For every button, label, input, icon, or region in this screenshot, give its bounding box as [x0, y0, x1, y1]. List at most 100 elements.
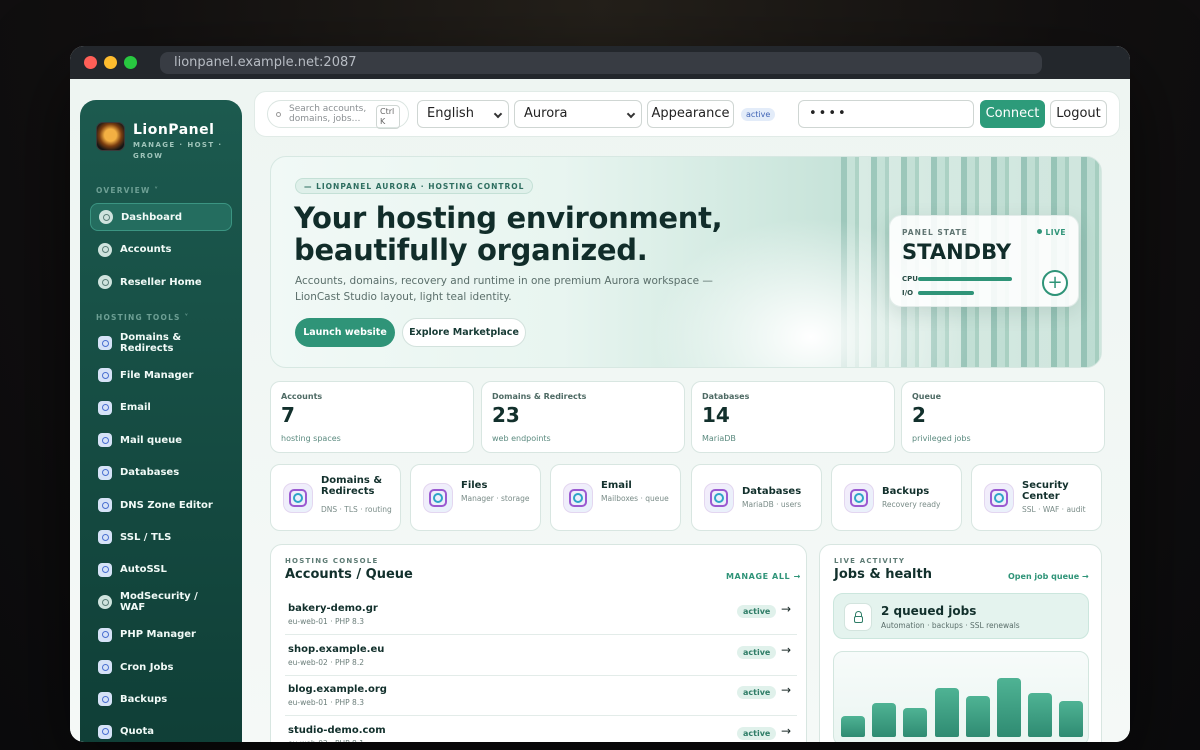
search-input[interactable]: Search accounts, domains, jobs… Ctrl K [267, 100, 409, 129]
sidebar-item-autossl[interactable]: AutoSSL [90, 556, 232, 584]
search-placeholder: Search accounts, domains, jobs… [289, 104, 367, 124]
chart-bar [1028, 693, 1053, 737]
sidebar-item-backups[interactable]: Backups [90, 685, 232, 713]
accounts-queue-card: HOSTING CONSOLE Accounts / Queue MANAGE … [270, 544, 807, 742]
gauge-icon [98, 724, 112, 739]
lock-icon [844, 603, 872, 631]
browser-titlebar: lionpanel.example.net:2087 [70, 46, 1130, 79]
connect-button[interactable]: Connect [980, 100, 1045, 128]
sidebar-item-accounts[interactable]: Accounts [90, 236, 232, 264]
arrow-right-icon[interactable]: → [781, 602, 791, 616]
stat-card-queue[interactable]: Queue 2 privileged jobs [901, 381, 1105, 453]
tile-description: MariaDB · users [742, 500, 802, 509]
sidebar-item-databases[interactable]: Databases [90, 459, 232, 487]
brand-tagline: MANAGE · HOST · GROW [133, 141, 223, 160]
sidebar-item-label: ModSecurity / WAF [120, 591, 198, 614]
add-button[interactable]: + [1042, 270, 1068, 296]
search-shortcut: Ctrl K [376, 105, 400, 129]
language-select[interactable]: English [417, 100, 509, 128]
panel-state-card: PANEL STATE LIVE STANDBY CPU I/O + [889, 215, 1079, 307]
table-row[interactable]: bakery-demo.gr eu-web-01 · PHP 8.3 active → [285, 594, 797, 635]
sidebar-item-label: PHP Manager [120, 629, 196, 641]
cpu-usage-bar [918, 277, 1012, 281]
tile-description: Mailboxes · queue [601, 494, 669, 503]
sidebar-item-mail-queue[interactable]: Mail queue [90, 426, 232, 454]
folder-icon [98, 368, 112, 383]
stat-card-accounts[interactable]: Accounts 7 hosting spaces [270, 381, 474, 453]
tool-tile-backups[interactable]: Backups Recovery ready [831, 464, 962, 531]
sidebar-item-dns-zone-editor[interactable]: DNS Zone Editor [90, 491, 232, 519]
explore-marketplace-button[interactable]: Explore Marketplace [402, 318, 526, 347]
hero-title-line-1: Your hosting environment, [294, 201, 723, 235]
tile-description: SSL · WAF · audit [1022, 505, 1086, 514]
status-badge: active [737, 605, 777, 618]
account-meta: eu-web-02 · PHP 8.2 [288, 657, 364, 667]
stat-value: 2 [912, 403, 926, 427]
tile-description: Recovery ready [882, 500, 941, 509]
launch-website-button[interactable]: Launch website [295, 318, 395, 347]
stat-label: Accounts [281, 392, 323, 401]
users-icon [98, 242, 112, 257]
stat-value: 23 [492, 403, 520, 427]
dns-icon [98, 498, 112, 512]
hero-title: Your hosting environment, beautifully or… [294, 202, 764, 266]
minimize-window-button[interactable] [104, 56, 117, 69]
manage-all-link[interactable]: MANAGE ALL → [726, 572, 801, 581]
password-field[interactable]: •••• [798, 100, 974, 128]
sidebar-item-ssl-tls[interactable]: SSL / TLS [90, 523, 232, 551]
queued-jobs-summary[interactable]: 2 queued jobs Automation · backups · SSL… [833, 593, 1089, 639]
appearance-button[interactable]: Appearance [647, 100, 734, 128]
theme-value: Aurora [524, 106, 568, 121]
panel-state-label: PANEL STATE [902, 228, 968, 237]
sidebar-item-dashboard[interactable]: Dashboard [90, 203, 232, 231]
tool-tile-security-center[interactable]: Security Center SSL · WAF · audit [971, 464, 1102, 531]
arrow-right-icon[interactable]: → [781, 724, 791, 738]
sidebar-item-php-manager[interactable]: PHP Manager [90, 621, 232, 649]
sidebar-item-quota[interactable]: Quota [90, 718, 232, 742]
tool-tile-email[interactable]: Email Mailboxes · queue [550, 464, 681, 531]
table-row[interactable]: shop.example.eu eu-web-02 · PHP 8.2 active… [285, 635, 797, 676]
tile-description: Manager · storage [461, 494, 530, 503]
stat-label: Domains & Redirects [492, 392, 587, 401]
sidebar-item-label: Mail queue [120, 434, 182, 446]
hosting-tools-section-label: HOSTING TOOLS ˅ [96, 313, 190, 322]
stat-label: Queue [912, 392, 942, 401]
chart-bar [872, 703, 897, 737]
chart-bar [841, 716, 865, 737]
certificate-icon [98, 530, 112, 545]
sidebar-item-email[interactable]: Email [90, 394, 232, 422]
sidebar-item-cron-jobs[interactable]: Cron Jobs [90, 653, 232, 681]
stat-subtitle: web endpoints [492, 434, 551, 443]
tool-tile-files[interactable]: Files Manager · storage [410, 464, 541, 531]
address-bar[interactable]: lionpanel.example.net:2087 [160, 52, 1042, 74]
sidebar-item-domains-redirects[interactable]: Domains & Redirects [90, 329, 232, 357]
tile-title: Security Center [1022, 480, 1069, 502]
sidebar-item-file-manager[interactable]: File Manager [90, 361, 232, 389]
logout-button[interactable]: Logout [1050, 100, 1107, 128]
tool-tile-databases[interactable]: Databases MariaDB · users [691, 464, 822, 531]
account-meta: eu-web-02 · PHP 8.1 [288, 739, 364, 743]
live-label: LIVE [1045, 228, 1066, 237]
tile-description: DNS · TLS · routing [321, 505, 392, 514]
table-row[interactable]: studio-demo.com eu-web-02 · PHP 8.1 active… [285, 716, 797, 743]
open-job-queue-link[interactable]: Open job queue → [1008, 572, 1089, 581]
overview-section-label: OVERVIEW ˅ [96, 186, 160, 195]
clock-icon [98, 660, 112, 674]
table-row[interactable]: blog.example.org eu-web-01 · PHP 8.3 activ… [285, 675, 797, 716]
arrow-right-icon[interactable]: → [781, 683, 791, 697]
hero-title-line-2: beautifully organized. [294, 233, 648, 267]
sidebar-item-label: Backups [120, 693, 168, 705]
stat-label: Databases [702, 392, 750, 401]
account-domain: studio-demo.com [288, 724, 386, 736]
tool-tile-domains-redirects[interactable]: Domains & Redirects DNS · TLS · routing [270, 464, 401, 531]
stat-card-domains-redirects[interactable]: Domains & Redirects 23 web endpoints [481, 381, 685, 453]
sidebar-item-reseller-home[interactable]: Reseller Home [90, 268, 232, 296]
close-window-button[interactable] [84, 56, 97, 69]
sidebar-item-label: SSL / TLS [120, 531, 172, 543]
sidebar-item-modsecurity-waf[interactable]: ModSecurity / WAF [90, 588, 232, 616]
topbar: Search accounts, domains, jobs… Ctrl K E… [254, 91, 1120, 137]
stat-card-databases[interactable]: Databases 14 MariaDB [691, 381, 895, 453]
maximize-window-button[interactable] [124, 56, 137, 69]
theme-select[interactable]: Aurora [514, 100, 642, 128]
arrow-right-icon[interactable]: → [781, 643, 791, 657]
